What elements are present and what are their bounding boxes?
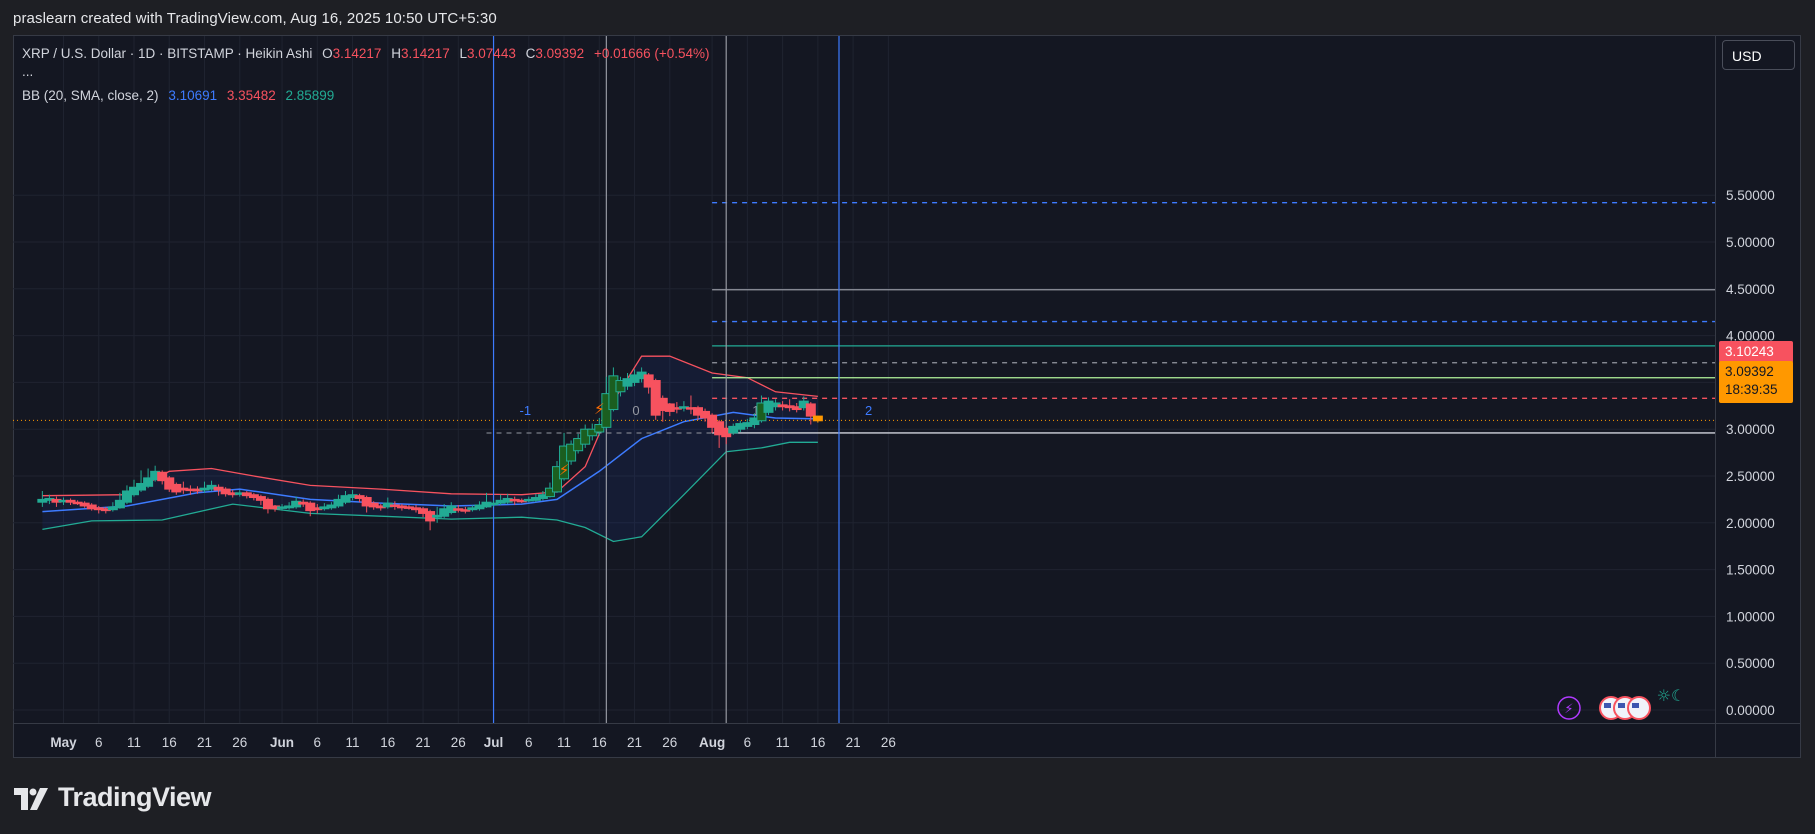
bb-upper-value: 3.35482 [226,88,276,103]
price-axis-label[interactable]: 5.00000 [1726,235,1775,250]
close-value: 3.09392 [535,46,585,61]
time-axis-label[interactable]: 21 [416,735,431,750]
high-label: H [391,46,401,61]
time-axis-label[interactable]: 6 [95,735,103,750]
last-price-value: 3.09392 [1725,364,1774,379]
time-axis-label[interactable]: 6 [744,735,752,750]
time-axis-label[interactable]: 26 [232,735,247,750]
time-axis-label[interactable]: 16 [162,735,177,750]
candle-body[interactable] [812,415,823,422]
time-axis-label[interactable]: 26 [662,735,677,750]
symbol-label[interactable]: XRP / U.S. Dollar · 1D · BITSTAMP · Heik… [22,46,312,61]
time-axis-label[interactable]: Jun [270,735,294,750]
time-marker-label: 0 [632,403,639,418]
close-label: C [525,46,536,61]
price-axis-label[interactable]: 4.50000 [1726,282,1775,297]
low-value: 3.07443 [467,46,516,61]
legend-bollinger[interactable]: BB (20, SMA, close, 2) 3.10691 3.35482 2… [22,88,334,103]
time-axis-label[interactable]: 16 [810,735,825,750]
currency-button[interactable]: USD [1722,40,1795,70]
bb-mid-value: 3.10691 [168,88,218,103]
time-axis-label[interactable]: 16 [592,735,607,750]
low-label: L [459,46,468,61]
flag-canton [1632,703,1639,708]
legend-more-button[interactable]: ... [22,64,33,79]
price-axis-label[interactable]: 3.00000 [1726,422,1775,437]
time-axis-label[interactable]: 21 [197,735,212,750]
time-marker-label: -1 [520,403,532,418]
time-marker-label: 2 [865,403,872,418]
price-axis-divider [1715,35,1716,758]
price-axis-label[interactable]: 0.00000 [1726,703,1775,718]
price-axis-label[interactable]: 2.50000 [1726,469,1775,484]
grid [13,36,1715,723]
price-axis-label[interactable]: 0.50000 [1726,656,1775,671]
time-axis-label[interactable]: 21 [846,735,861,750]
open-value: 3.14217 [332,46,382,61]
price-axis-label[interactable]: 1.00000 [1726,609,1775,624]
time-axis-label[interactable]: 21 [627,735,642,750]
time-axis-label[interactable]: 26 [451,735,466,750]
bb-mid-price-tag: 3.10243 [1719,341,1793,363]
legend-ohlc[interactable]: XRP / U.S. Dollar · 1D · BITSTAMP · Heik… [22,46,710,61]
price-axis-label[interactable]: 1.50000 [1726,563,1775,578]
bb-label[interactable]: BB (20, SMA, close, 2) [22,88,159,103]
price-chart[interactable]: -1012 ⚡⚡ 5.500005.000004.500004.000003.5… [0,0,1815,834]
logo-text: TradingView [58,782,212,812]
time-axis-label[interactable]: 11 [127,735,141,750]
price-axis-label[interactable]: 5.50000 [1726,188,1775,203]
price-axis-label[interactable]: 2.00000 [1726,516,1775,531]
flag-canton [1604,703,1611,708]
time-axis-divider [13,723,1801,724]
dividends-icon[interactable]: ☼☾ [1657,686,1686,705]
time-axis-label[interactable]: 26 [881,735,896,750]
time-axis-label[interactable]: Aug [699,735,725,750]
time-axis-label[interactable]: 11 [346,735,360,750]
last-price-tag: 3.09392 18:39:35 [1719,361,1793,403]
high-value: 3.14217 [400,46,450,61]
x-axis: May 6 11 16 21 26 Jun 6 11 16 21 26 Jul 6 11 16 21 26 Aug 6… [50,735,895,750]
time-axis-label[interactable]: 11 [776,735,790,750]
lightning-glyph: ⚡ [1564,702,1573,717]
change-value: +0.01666 (+0.54%) [593,46,710,61]
candle-body[interactable] [805,403,816,417]
bar-countdown: 18:39:35 [1725,382,1778,397]
time-axis-label[interactable]: 16 [380,735,395,750]
tradingview-logo-icon [14,787,48,810]
y-axis: 5.500005.000004.500004.000003.500003.000… [1726,188,1775,718]
lightning-icon[interactable]: ⚡ [559,461,570,479]
time-axis-label[interactable]: Jul [484,735,504,750]
time-axis-label[interactable]: 6 [525,735,533,750]
lightning-icon[interactable]: ⚡ [594,400,605,418]
calendar-icons: ⚡ ☼☾ [1557,686,1686,720]
tradingview-logo[interactable]: TradingView [14,782,212,813]
horizontal-levels [13,202,1715,434]
time-axis-label[interactable]: May [50,735,77,750]
time-axis-label[interactable]: 6 [314,735,322,750]
open-label: O [322,46,333,61]
time-axis-label[interactable]: 11 [557,735,571,750]
flag-canton [1618,703,1625,708]
bb-lower-value: 2.85899 [285,88,335,103]
